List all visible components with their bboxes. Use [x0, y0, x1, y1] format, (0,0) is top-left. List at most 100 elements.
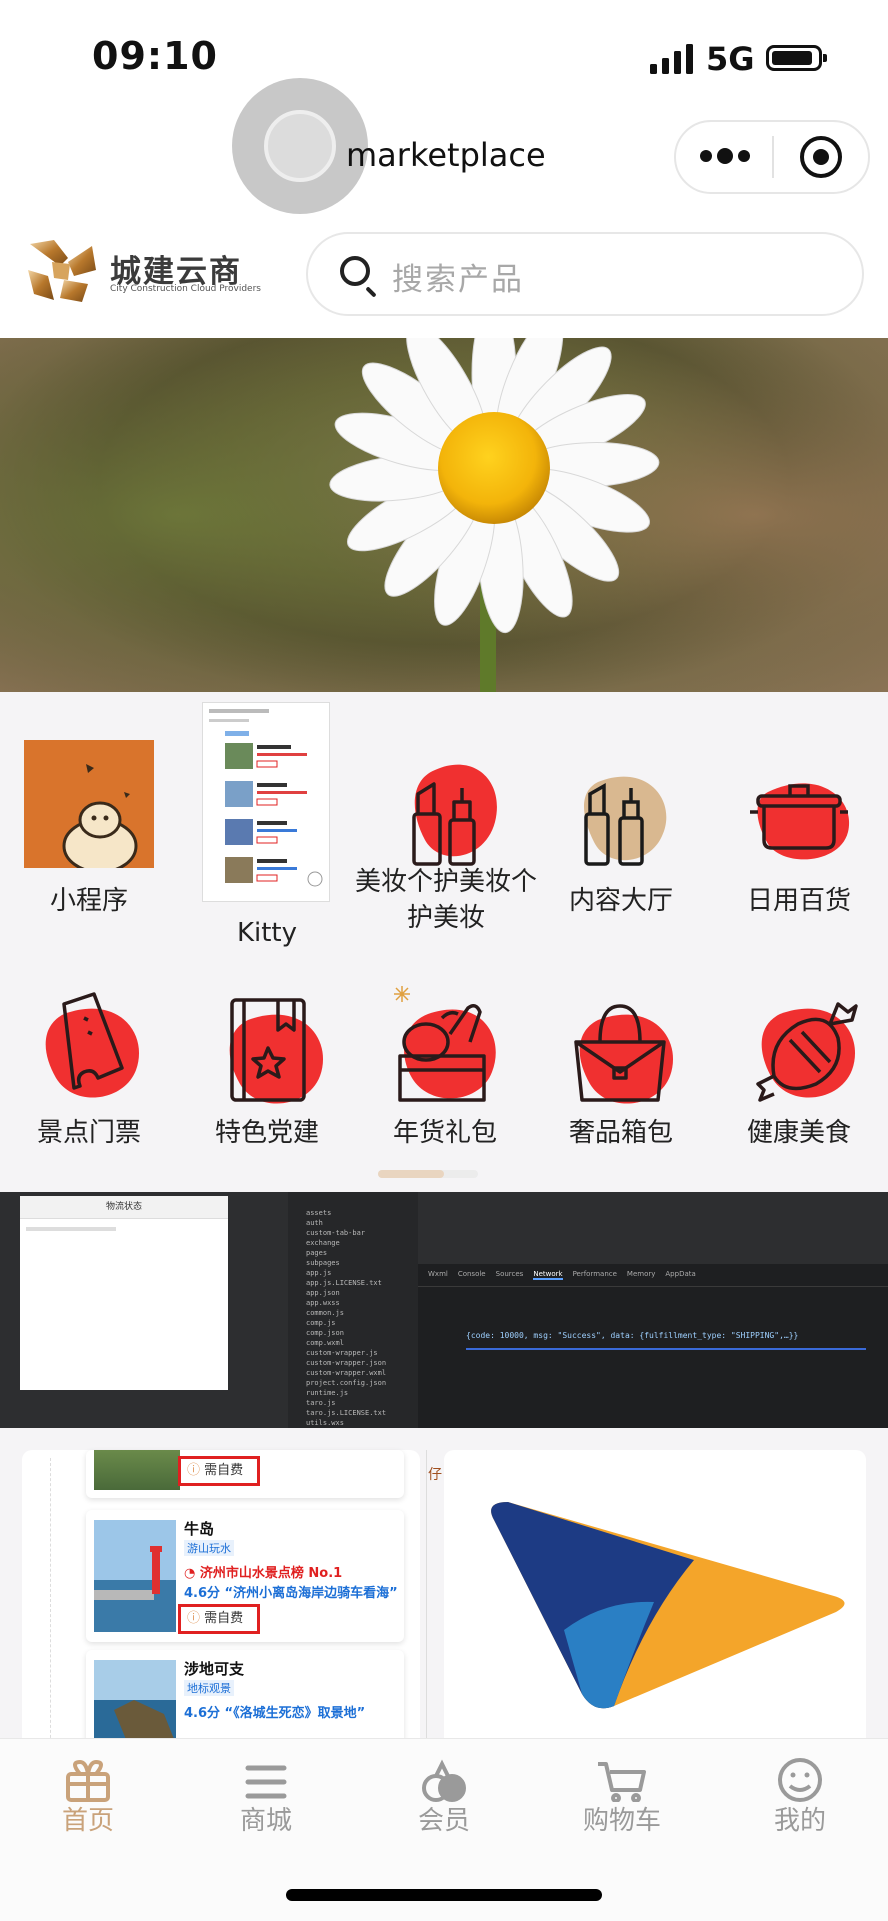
gift-basket-icon[interactable] — [380, 978, 510, 1118]
banner-image[interactable] — [0, 338, 888, 692]
devtools-tab[interactable]: Wxml — [428, 1270, 448, 1280]
category-label[interactable]: 奢品箱包 — [532, 1112, 710, 1149]
devtools-tab[interactable]: Performance — [573, 1270, 617, 1280]
file-tree: assets auth custom-tab-bar exchange pages sub… — [288, 1192, 418, 1428]
product-ranking: ◔ 济州市山水景点榜 No.1 — [184, 1566, 343, 1581]
category-label[interactable]: 日用百货 — [710, 880, 888, 917]
file-tree-item[interactable]: pages — [306, 1248, 418, 1258]
logo-icon — [28, 240, 96, 302]
file-tree-item[interactable]: custom-wrapper.wxml — [306, 1368, 418, 1378]
candy-icon[interactable] — [740, 984, 870, 1114]
category-label[interactable]: 小程序 — [0, 880, 178, 917]
more-icon[interactable] — [700, 145, 750, 167]
category-label[interactable]: 内容大厅 — [532, 880, 710, 917]
product-category: 游山玩水 — [184, 1540, 234, 1556]
devtools-tab[interactable]: Network — [533, 1270, 563, 1280]
category-scroll-thumb[interactable] — [378, 1170, 444, 1178]
smiley-icon — [778, 1758, 822, 1802]
tab-label[interactable]: 商城 — [206, 1800, 326, 1837]
file-tree-item[interactable]: taro.js — [306, 1398, 418, 1408]
book-star-icon[interactable] — [208, 990, 338, 1120]
category-label[interactable]: Kitty — [178, 918, 356, 948]
avatar-inner — [264, 110, 336, 182]
product-image — [94, 1520, 176, 1632]
tab-label[interactable]: 购物车 — [562, 1800, 682, 1837]
response-line: {code: 10000, msg: "Success", data: {ful… — [466, 1331, 799, 1340]
tab-label[interactable]: 我的 — [740, 1800, 860, 1837]
page-title: marketplace — [346, 136, 546, 174]
product-name: 涉地可支 — [184, 1660, 245, 1678]
file-tree-item[interactable]: app.wxss — [306, 1298, 418, 1308]
cosmetics-icon[interactable] — [558, 752, 678, 872]
product-name: 牛岛 — [184, 1520, 215, 1538]
category-label[interactable]: 特色党建 — [178, 1112, 356, 1149]
product-image — [94, 1450, 180, 1490]
devtools-tab[interactable]: Sources — [496, 1270, 524, 1280]
product-feed: ⓘ 需自费 牛岛 游山玩水 ◔ 济州市山水景点榜 No.1 4.6分 “济州小离… — [0, 1428, 888, 1738]
search-input[interactable] — [306, 232, 864, 316]
category-icon-mini-program[interactable] — [24, 740, 154, 874]
devtools-tab[interactable]: Console — [458, 1270, 486, 1280]
category-label[interactable]: 年货礼包 — [356, 1112, 534, 1149]
file-tree-item[interactable]: comp.wxml — [306, 1338, 418, 1348]
network-panel: Wxml Console Sources Network Performance Memo… — [418, 1264, 888, 1428]
file-tree-item[interactable]: runtime.js — [306, 1388, 418, 1398]
fee-badge: ⓘ 需自费 — [178, 1456, 260, 1486]
simulator-phone: 物流状态 — [20, 1196, 228, 1390]
file-tree-item[interactable]: comp.json — [306, 1328, 418, 1338]
product-review: 4.6分 “《洛城生死恋》取景地” — [184, 1706, 366, 1721]
file-tree-item[interactable]: app.js.LICENSE.txt — [306, 1278, 418, 1288]
tab-label[interactable]: 首页 — [28, 1800, 148, 1837]
devtools-screenshot[interactable]: 物流状态 assets auth custom-tab-bar exchange pag… — [0, 1192, 888, 1428]
devtools-tab[interactable]: AppData — [665, 1270, 695, 1280]
file-tree-item[interactable]: custom-tab-bar — [306, 1228, 418, 1238]
ticket-icon[interactable] — [24, 984, 154, 1114]
file-tree-item[interactable]: utils.wxs — [306, 1418, 418, 1428]
file-tree-item[interactable]: exchange — [306, 1238, 418, 1248]
logo-subtitle: City Construction Cloud Providers — [110, 284, 261, 294]
file-tree-item[interactable]: taro.js.LICENSE.txt — [306, 1408, 418, 1418]
file-tree-item[interactable]: app.js — [306, 1268, 418, 1278]
product-card[interactable]: 涉地可支 地标观景 4.6分 “《洛城生死恋》取景地” ⓘ 需自费 — [86, 1650, 404, 1738]
file-tree-item[interactable]: subpages — [306, 1258, 418, 1268]
tab-mall[interactable] — [206, 1758, 326, 1806]
pot-icon[interactable] — [738, 752, 858, 872]
tab-home[interactable] — [28, 1758, 148, 1806]
file-tree-item[interactable]: auth — [306, 1218, 418, 1228]
file-tree-item[interactable]: comp.js — [306, 1318, 418, 1328]
daisy-photo — [0, 338, 888, 692]
tab-label[interactable]: 会员 — [384, 1800, 504, 1837]
close-miniprogram-icon[interactable] — [800, 136, 842, 178]
category-label[interactable]: 健康美食 — [710, 1112, 888, 1149]
file-tree-item[interactable]: common.js — [306, 1308, 418, 1318]
side-glyph: 仔 — [428, 1467, 442, 1483]
fee-badge: ⓘ 需自费 — [178, 1604, 260, 1634]
menu-icon — [245, 1765, 287, 1799]
file-tree-item[interactable]: assets — [306, 1208, 418, 1218]
tab-mine[interactable] — [740, 1758, 860, 1806]
tab-member[interactable] — [384, 1758, 504, 1806]
product-image — [94, 1660, 176, 1738]
file-tree-item[interactable]: custom-wrapper.json — [306, 1358, 418, 1368]
file-tree-item[interactable]: project.config.json — [306, 1378, 418, 1388]
cart-icon — [598, 1762, 646, 1803]
cartoon-icon — [62, 764, 138, 874]
search-icon — [340, 256, 370, 286]
tab-cart[interactable] — [562, 1758, 682, 1806]
devtools-tab[interactable]: Memory — [627, 1270, 655, 1280]
file-tree-item[interactable]: app.json — [306, 1288, 418, 1298]
network-label: 5G — [706, 40, 755, 78]
product-review: 4.6分 “济州小离岛海岸边骑车看海” — [184, 1586, 398, 1601]
handbag-icon[interactable] — [558, 990, 688, 1120]
category-label[interactable]: 景点门票 — [0, 1112, 178, 1149]
product-card[interactable]: 牛岛 游山玩水 ◔ 济州市山水景点榜 No.1 4.6分 “济州小离岛海岸边骑车… — [86, 1510, 404, 1642]
lipstick-icon[interactable] — [380, 742, 510, 872]
home-indicator[interactable] — [286, 1889, 602, 1901]
file-tree-item[interactable]: custom-wrapper.js — [306, 1348, 418, 1358]
category-icon-screenshot[interactable] — [202, 702, 330, 902]
category-label[interactable]: 美妆个护美妆个护美妆 — [346, 864, 546, 936]
product-card[interactable]: ⓘ 需自费 — [86, 1450, 404, 1498]
signal-icon — [650, 44, 693, 74]
list-screenshot-thumbnail — [209, 709, 323, 887]
product-card-image[interactable] — [444, 1450, 866, 1738]
